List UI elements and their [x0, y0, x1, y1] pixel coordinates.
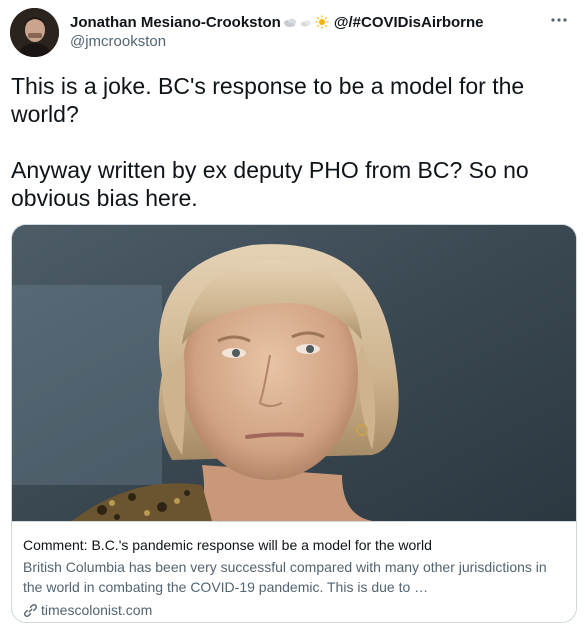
cloud-emoji-icon — [283, 15, 297, 29]
card-divider — [12, 521, 576, 522]
cloud-emoji-icon — [299, 15, 313, 29]
tweet-text: This is a joke. BC's response to be a mo… — [11, 73, 529, 211]
card-title[interactable]: Comment: B.C.'s pandemic response will b… — [23, 535, 568, 555]
avatar[interactable] — [10, 8, 59, 57]
author-name-row[interactable]: Jonathan Mesiano-Crookston @/#COVIDisAir… — [70, 12, 484, 32]
author-handle[interactable]: @jmcrookston — [70, 33, 166, 50]
display-name[interactable]: Jonathan Mesiano-Crookston — [70, 14, 281, 31]
card-domain[interactable]: timescolonist.com — [23, 601, 568, 619]
card-body[interactable]: Comment: B.C.'s pandemic response will b… — [23, 535, 568, 619]
card-description: British Columbia has been very successfu… — [23, 559, 547, 595]
card-domain-text[interactable]: timescolonist.com — [41, 601, 152, 619]
display-name-suffix[interactable]: @/#COVIDisAirborne — [334, 14, 484, 31]
link-icon — [23, 603, 38, 618]
card-image[interactable] — [12, 225, 576, 521]
sun-emoji-icon — [315, 15, 329, 29]
more-horizontal-icon — [551, 18, 567, 22]
link-card[interactable]: Comment: B.C.'s pandemic response will b… — [11, 224, 577, 623]
more-options-button[interactable] — [547, 8, 571, 32]
tweet: Jonathan Mesiano-Crookston @/#COVIDisAir… — [0, 0, 585, 637]
